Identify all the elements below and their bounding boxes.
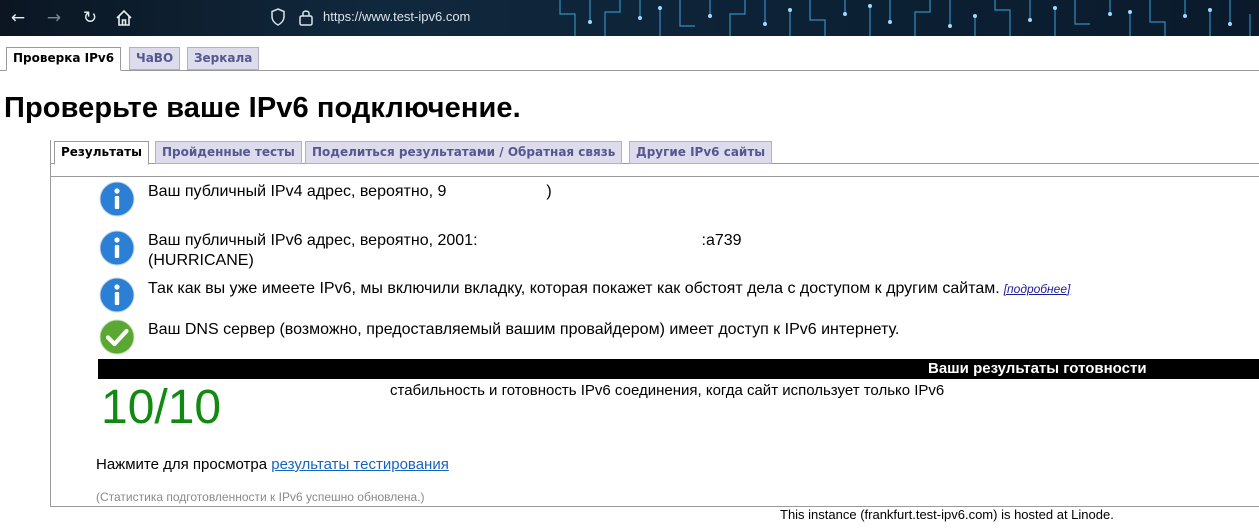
readiness-description: стабильность и готовность IPv6 соединени… — [390, 382, 945, 399]
browser-toolbar: ← → ↻ https://www.test-ipv6.com — [0, 0, 1259, 36]
info-icon — [99, 181, 135, 217]
home-icon[interactable] — [114, 8, 134, 28]
tab-info-message: Так как вы уже имеете IPv6, мы включили … — [148, 279, 1070, 299]
info-icon — [99, 230, 135, 266]
ipv4-address-start: 9 — [437, 183, 447, 200]
tab-other-ipv6-sites[interactable]: Другие IPv6 сайты — [629, 141, 773, 164]
view-results-prefix: Нажмите для просмотра — [96, 456, 272, 473]
test-results-link[interactable]: результаты тестирования — [271, 456, 449, 473]
back-arrow-icon[interactable]: ← — [5, 5, 31, 31]
info-icon — [99, 277, 135, 313]
ipv6-label: Ваш публичный IPv6 адрес, вероятно, 2001… — [148, 232, 478, 249]
lock-icon[interactable] — [297, 7, 315, 27]
tab-mirrors[interactable]: Зеркала — [187, 47, 260, 70]
view-results-line: Нажмите для просмотра результаты тестиро… — [96, 456, 449, 473]
circuit-background — [559, 0, 1251, 36]
ipv6-provider: (HURRICANE) — [148, 252, 254, 269]
tab-results[interactable]: Результаты — [54, 141, 149, 165]
readiness-title: Ваши результаты готовности — [928, 360, 1147, 377]
more-details-link[interactable]: [подробнее] — [1004, 282, 1071, 296]
ipv6-address-end: :a739 — [701, 232, 742, 249]
ipv4-address-end: ) — [546, 183, 552, 200]
tab-tests-run[interactable]: Пройденные тесты — [155, 141, 302, 164]
tab-faq[interactable]: ЧаВО — [129, 47, 181, 70]
ipv6-address-message: Ваш публичный IPv6 адрес, вероятно, 2001… — [148, 231, 742, 271]
ipv4-label: Ваш публичный IPv4 адрес, вероятно, — [148, 183, 438, 200]
shield-icon[interactable] — [268, 7, 288, 27]
dns-message: Ваш DNS сервер (возможно, предоставляемы… — [148, 321, 900, 338]
tab-info-text: Так как вы уже имеете IPv6, мы включили … — [148, 280, 1000, 297]
tab-share-results[interactable]: Поделиться результатами / Обратная связь — [305, 141, 623, 164]
forward-arrow-icon[interactable]: → — [41, 5, 67, 31]
stats-note: (Статистика подготовленности к IPv6 успе… — [96, 490, 425, 504]
ipv4-address-message: Ваш публичный IPv4 адрес, вероятно, 9) — [148, 182, 552, 202]
refresh-icon[interactable]: ↻ — [77, 5, 103, 31]
checkmark-icon — [99, 319, 135, 355]
main-tab-bar: Проверка IPv6 ЧаВО Зеркала — [0, 46, 1259, 71]
url-field[interactable]: https://www.test-ipv6.com — [323, 9, 470, 24]
page-title: Проверьте ваше IPv6 подключение. — [4, 92, 521, 124]
divider — [50, 176, 1259, 177]
tab-ipv6-test[interactable]: Проверка IPv6 — [6, 47, 122, 71]
readiness-score: 10/10 — [101, 381, 222, 434]
readiness-header: Ваши результаты готовности — [98, 359, 1259, 379]
sub-tab-bar: Результаты Пройденные тесты Поделиться р… — [52, 140, 1259, 165]
hosted-note: This instance (frankfurt.test-ipv6.com) … — [780, 507, 1114, 522]
